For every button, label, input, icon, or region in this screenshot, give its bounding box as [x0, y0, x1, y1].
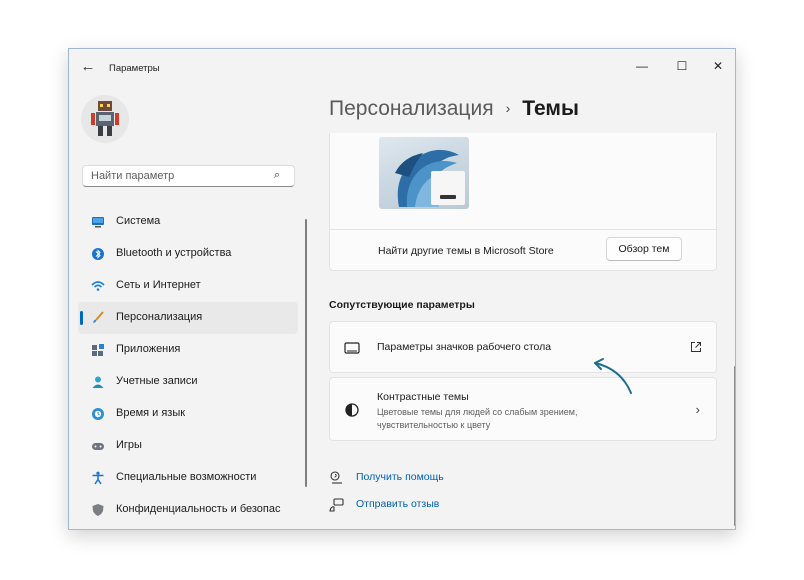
search-icon[interactable]: ⌕	[274, 169, 287, 182]
sidebar-item-label: Время и язык	[116, 407, 186, 419]
browse-themes-button[interactable]: Обзор тем	[606, 237, 682, 261]
person-icon	[92, 376, 104, 388]
sidebar-nav: Система Bluetooth и устройства Сеть и Ин…	[78, 206, 298, 526]
search-placeholder: Найти параметр	[91, 170, 175, 182]
contrast-themes-description: Цветовые темы для людей со слабым зрение…	[377, 407, 578, 430]
maximize-button[interactable]: ☐	[665, 55, 699, 77]
sidebar-item-system[interactable]: Система	[78, 206, 298, 238]
bluetooth-icon	[92, 248, 104, 260]
shield-icon	[92, 504, 104, 516]
feedback-icon	[329, 498, 344, 512]
help-icon	[330, 471, 342, 484]
robot-avatar-icon	[91, 101, 119, 136]
gamepad-icon	[92, 443, 104, 450]
sidebar-item-label: Приложения	[116, 343, 181, 355]
sidebar-item-label: Конфиденциальность и безопас	[116, 503, 281, 515]
contrast-themes-title: Контрастные темы	[377, 391, 469, 403]
window-preview-icon	[431, 171, 465, 205]
app-title: Параметры	[109, 63, 160, 74]
globe-clock-icon	[92, 408, 104, 420]
sidebar-item-label: Учетные записи	[116, 375, 198, 387]
sidebar-item-gaming[interactable]: Игры	[78, 430, 298, 462]
brush-icon	[93, 311, 104, 323]
search-input[interactable]: Найти параметр ⌕	[82, 165, 295, 187]
desktop-icon	[344, 342, 360, 354]
title-bar: ← Параметры — ☐ ✕	[69, 49, 735, 85]
desktop-icon-settings-row[interactable]: Параметры значков рабочего стола	[329, 321, 717, 373]
sidebar-item-apps[interactable]: Приложения	[78, 334, 298, 366]
related-settings-heading: Сопутствующие параметры	[329, 299, 475, 311]
desktop-icon-settings-label: Параметры значков рабочего стола	[377, 341, 552, 353]
sidebar-scrollbar[interactable]	[305, 219, 307, 487]
contrast-themes-row[interactable]: Контрастные темы Цветовые темы для людей…	[329, 377, 717, 441]
active-indicator	[80, 311, 83, 325]
avatar[interactable]	[81, 95, 129, 143]
themes-card: Найти другие темы в Microsoft Store Обзо…	[329, 133, 717, 271]
contrast-icon	[345, 403, 359, 417]
theme-preview-thumbnail[interactable]	[379, 137, 469, 209]
annotation-arrow-icon	[594, 358, 632, 394]
breadcrumb: Персонализация › Темы	[329, 97, 579, 121]
sidebar-item-label: Bluetooth и устройства	[116, 247, 232, 259]
sidebar-item-label: Персонализация	[116, 311, 203, 323]
store-themes-label: Найти другие темы в Microsoft Store	[378, 245, 554, 257]
external-link-icon	[691, 342, 701, 352]
monitor-icon	[92, 217, 104, 228]
send-feedback-label[interactable]: Отправить отзыв	[356, 498, 439, 510]
breadcrumb-separator: ›	[505, 100, 511, 116]
sidebar-item-label: Специальные возможности	[116, 471, 257, 483]
sidebar-item-label: Игры	[116, 439, 142, 451]
chevron-right-icon: ›	[695, 402, 700, 417]
sidebar-item-label: Система	[116, 215, 161, 227]
sidebar-item-time-language[interactable]: Время и язык	[78, 398, 298, 430]
page-title: Темы	[522, 97, 579, 120]
sidebar-item-accessibility[interactable]: Специальные возможности	[78, 462, 298, 494]
sidebar-item-bluetooth[interactable]: Bluetooth и устройства	[78, 238, 298, 270]
sidebar-item-personalization[interactable]: Персонализация	[78, 302, 298, 334]
wifi-icon	[91, 281, 105, 291]
sidebar-item-label: Сеть и Интернет	[116, 279, 201, 291]
close-button[interactable]: ✕	[701, 55, 735, 77]
card-divider	[330, 229, 716, 230]
breadcrumb-parent[interactable]: Персонализация	[329, 97, 494, 120]
settings-window: ← Параметры — ☐ ✕ Найти параметр ⌕ Систе…	[68, 48, 736, 530]
sidebar-item-privacy[interactable]: Конфиденциальность и безопас	[78, 494, 298, 526]
sidebar-item-accounts[interactable]: Учетные записи	[78, 366, 298, 398]
sidebar-item-network[interactable]: Сеть и Интернет	[78, 270, 298, 302]
minimize-button[interactable]: —	[625, 55, 659, 77]
content-scrollbar[interactable]	[734, 366, 735, 526]
accessibility-icon	[92, 471, 104, 485]
back-arrow-icon[interactable]: ←	[79, 58, 97, 76]
apps-icon	[92, 344, 104, 356]
get-help-label[interactable]: Получить помощь	[356, 471, 444, 483]
